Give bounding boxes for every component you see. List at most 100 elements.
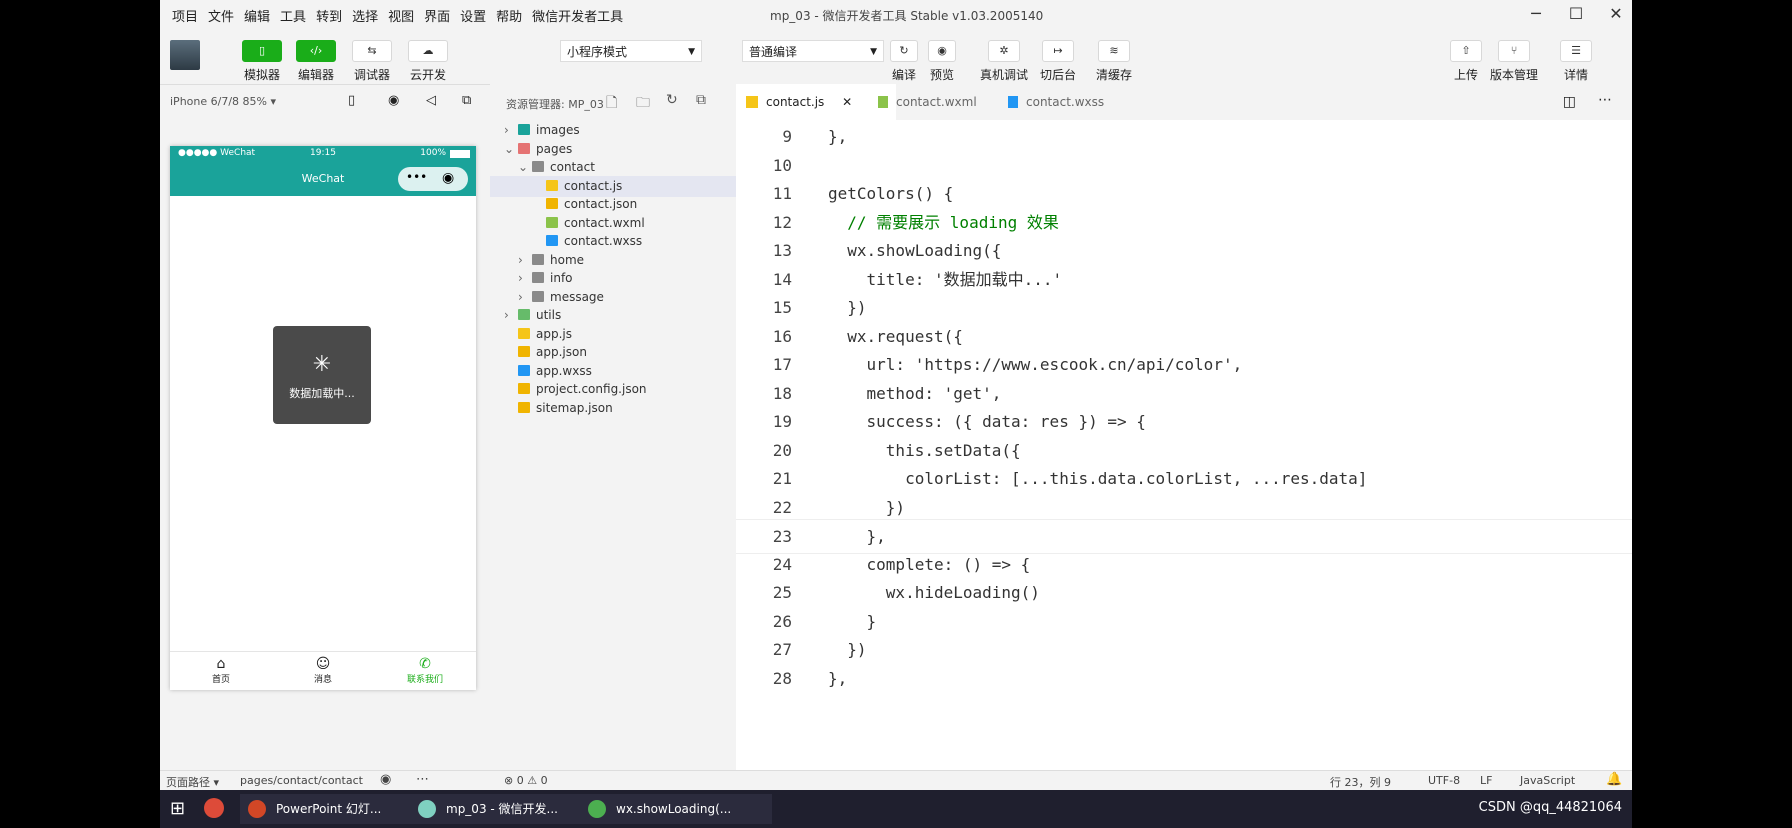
page-path-label: 页面路径 <box>166 776 210 789</box>
menu-item[interactable]: 编辑 <box>244 6 270 25</box>
tab-message[interactable]: ☺ 消息 <box>272 652 374 690</box>
taskbar-app-browser[interactable]: wx.showLoading(... <box>580 794 772 824</box>
file-icon <box>546 198 558 209</box>
close-icon[interactable]: ✕ <box>1603 4 1629 23</box>
code-text: }, <box>828 668 848 688</box>
menu-item[interactable]: 文件 <box>208 6 234 25</box>
mode-select[interactable]: 小程序模式 ▼ <box>560 40 702 62</box>
switch-icon: ↦ <box>1042 40 1074 62</box>
taskbar-app-powerpoint[interactable]: PowerPoint 幻灯... <box>240 794 432 824</box>
simulator-button[interactable]: ▯ 模拟器 <box>242 40 282 83</box>
version-button[interactable]: ⑂ 版本管理 <box>1490 40 1538 83</box>
preview-button[interactable]: ◉ 预览 <box>928 40 956 83</box>
compile-mode-select[interactable]: 普通编译 ▼ <box>742 40 884 62</box>
tab-contact[interactable]: ✆ 联系我们 <box>374 652 476 690</box>
menu: 项目 文件 编辑 工具 转到 选择 视图 界面 设置 帮助 微信开发者工具 <box>172 6 623 25</box>
eol[interactable]: LF <box>1480 774 1492 787</box>
tab-home[interactable]: ⌂ 首页 <box>170 652 272 690</box>
more-icon[interactable]: ⋯ <box>416 772 429 787</box>
tab-contact-wxss[interactable]: contact.wxss <box>996 84 1156 120</box>
tree-item-label: contact.js <box>564 178 623 193</box>
tree-item-label: home <box>550 252 585 267</box>
tree-item-label: contact.wxss <box>564 234 643 248</box>
bell-icon[interactable]: 🔔 <box>1606 772 1622 787</box>
menu-item[interactable]: 设置 <box>460 6 486 25</box>
carrier: ●●●●● WeChat <box>178 148 256 158</box>
minimize-icon[interactable]: ─ <box>1523 4 1549 23</box>
code-line[interactable]: 28}, <box>736 662 1632 695</box>
code-icon: ‹/› <box>296 40 336 62</box>
new-file-icon[interactable]: 🗋 <box>606 92 617 116</box>
encoding[interactable]: UTF-8 <box>1428 774 1460 787</box>
menu-item[interactable]: 微信开发者工具 <box>532 6 623 25</box>
problems-count[interactable]: ⊗ 0 ⚠ 0 <box>504 774 548 787</box>
menu-item[interactable]: 项目 <box>172 6 198 25</box>
menu-item[interactable]: 工具 <box>280 6 306 25</box>
close-icon[interactable]: ✕ <box>842 95 852 109</box>
mode-value: 小程序模式 <box>567 45 628 59</box>
explorer-title: 资源管理器: MP_03 <box>506 98 604 111</box>
windows-start-icon[interactable]: ⊞ <box>170 798 185 819</box>
remote-debug-button[interactable]: ✲ 真机调试 <box>980 40 1028 83</box>
menu-item[interactable]: 选择 <box>352 6 378 25</box>
menu-item[interactable]: 帮助 <box>496 6 522 25</box>
file-icon <box>518 401 530 413</box>
chrome-icon[interactable] <box>204 798 224 818</box>
clear-cache-button[interactable]: ≋ 清缓存 <box>1096 40 1132 83</box>
refresh-icon: ↻ <box>890 40 918 62</box>
phone-screen: ●●●●● WeChat 19:15 100% WeChat ••• ◉ ✳ 数… <box>170 146 476 690</box>
tree-item-label: utils <box>536 308 562 322</box>
more-icon[interactable]: ••• <box>406 170 427 184</box>
menu-item[interactable]: 界面 <box>424 6 450 25</box>
new-folder-icon[interactable]: 🗀 <box>636 92 650 116</box>
debugger-button[interactable]: ⇆ 调试器 <box>352 40 392 83</box>
menu-icon: ☰ <box>1560 40 1592 62</box>
cloud-button[interactable]: ☁ 云开发 <box>408 40 448 83</box>
phone-status-bar: ●●●●● WeChat 19:15 100% <box>170 146 476 162</box>
tree-item-label: images <box>536 123 580 137</box>
code-area[interactable]: 9}, 10 11 getColors() {12 // 需要展示 loading 效… <box>736 120 1632 770</box>
split-editor-icon[interactable]: ◫ <box>1563 94 1576 110</box>
background-button[interactable]: ↦ 切后台 <box>1040 40 1076 83</box>
collapse-icon[interactable]: ⧉ <box>696 92 706 108</box>
language-mode[interactable]: JavaScript <box>1520 774 1575 787</box>
tree-item-label: info <box>550 271 573 285</box>
upload-button[interactable]: ⇧ 上传 <box>1450 40 1482 83</box>
menu-item[interactable]: 转到 <box>316 6 342 25</box>
cursor-position[interactable]: 行 23，列 9 <box>1330 774 1391 790</box>
avatar[interactable] <box>170 40 200 70</box>
battery-icon <box>450 150 470 158</box>
compile-mode-value: 普通编译 <box>749 45 798 59</box>
capsule-menu[interactable]: ••• ◉ <box>398 167 468 191</box>
maximize-icon[interactable]: ☐ <box>1563 4 1589 23</box>
record-icon[interactable]: ◉ <box>388 93 399 108</box>
volume-icon[interactable]: ◁ <box>426 93 436 108</box>
refresh-icon[interactable]: ↻ <box>666 92 678 108</box>
wxml-file-icon <box>878 96 888 108</box>
close-circle-icon[interactable]: ◉ <box>442 170 454 186</box>
simulator-label: 模拟器 <box>243 68 280 82</box>
taskbar-app-devtools[interactable]: mp_03 - 微信开发... <box>410 794 602 824</box>
file-icon <box>546 179 558 191</box>
tree-item-label: pages <box>536 141 573 156</box>
popout-icon[interactable]: ⧉ <box>462 93 471 108</box>
page-path-select[interactable]: 页面路径 ▾ <box>166 774 219 790</box>
devtools-icon <box>418 800 436 818</box>
editor-button[interactable]: ‹/› 编辑器 <box>296 40 336 83</box>
eye-icon[interactable]: ◉ <box>380 772 391 787</box>
file-icon <box>518 364 530 376</box>
device-select[interactable]: iPhone 6/7/8 85% ▾ <box>170 95 276 108</box>
debugger-label: 调试器 <box>353 68 390 82</box>
phone-icon[interactable]: ▯ <box>348 93 355 108</box>
compile-button[interactable]: ↻ 编译 <box>890 40 918 83</box>
tree-item[interactable]: sitemap.json <box>490 398 750 419</box>
remote-debug-label: 真机调试 <box>980 68 1029 82</box>
status-bar: 页面路径 ▾ pages/contact/contact ◉ ⋯ ⊗ 0 ⚠ 0… <box>160 770 1632 791</box>
tree-item-label: sitemap.json <box>536 400 613 415</box>
phone-navbar: WeChat ••• ◉ <box>170 162 476 196</box>
clear-cache-label: 清缓存 <box>1096 68 1133 82</box>
menu-item[interactable]: 视图 <box>388 6 414 25</box>
details-button[interactable]: ☰ 详情 <box>1560 40 1592 83</box>
more-icon[interactable]: ⋯ <box>1598 92 1612 108</box>
version-label: 版本管理 <box>1490 68 1539 82</box>
